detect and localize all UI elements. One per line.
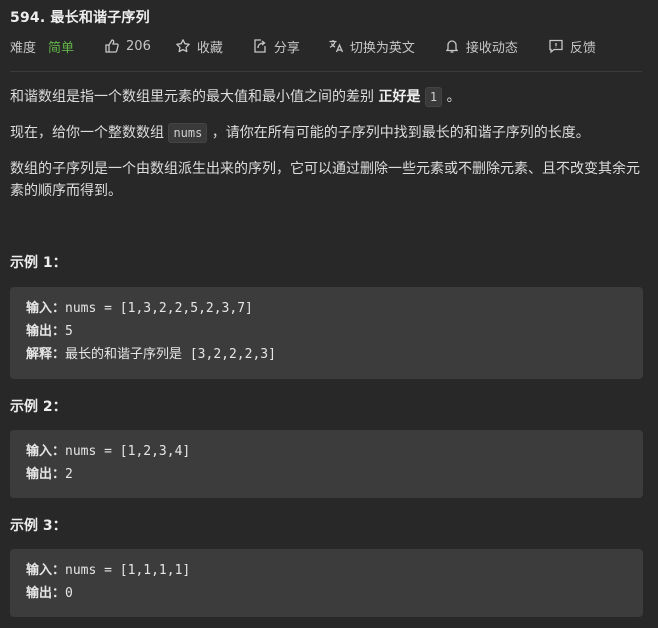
example-input: 输入：nums = [1,3,2,2,5,2,3,7] [26,297,627,320]
subscribe-label: 接收动态 [465,40,518,56]
difficulty-value: 简单 [48,40,75,56]
example-1-block: 输入：nums = [1,3,2,2,5,2,3,7] 输出：5 解释：最长的和… [10,287,643,379]
star-icon [176,39,190,53]
example-3-title: 示例 3： [10,518,67,534]
difficulty: 难度 简单 [10,37,74,56]
description-text: 现在，给你一个整数数组 [10,125,169,141]
inline-code: nums [168,123,208,143]
share-icon [254,39,266,53]
like-count: 206 [126,38,151,54]
example-2-block: 输入：nums = [1,2,3,4] 输出：2 [10,430,643,498]
output-key: 输出： [26,586,66,601]
problem-description: 和谐数组是指一个数组里元素的最大值和最小值之间的差别 正好是 1 。 现在，给你… [10,86,642,216]
example-2-title: 示例 2： [10,399,67,415]
description-paragraph-2: 现在，给你一个整数数组 nums ，请你在所有可能的子序列中找到最长的和谐子序列… [10,122,642,144]
feedback-icon [549,39,563,54]
share-label: 分享 [273,40,300,56]
example-input: 输入：nums = [1,2,3,4] [26,440,627,463]
description-paragraph-1: 和谐数组是指一个数组里元素的最大值和最小值之间的差别 正好是 1 。 [10,86,642,108]
example-1-title: 示例 1： [10,255,67,271]
input-value: nums = [1,2,3,4] [65,444,191,459]
example-explanation: 解释：最长的和谐子序列是 [3,2,2,2,3] [26,343,627,366]
share-button[interactable]: 分享 [252,37,300,56]
output-value: 0 [65,586,73,601]
favorite-button[interactable]: 收藏 [175,37,223,56]
emphasis-text: 正好是 [378,89,421,105]
example-output: 输出：0 [26,582,627,605]
example-3-block: 输入：nums = [1,1,1,1] 输出：0 [10,549,643,617]
description-paragraph-3: 数组的子序列是一个由数组派生出来的序列，它可以通过删除一些元素或不删除元素、且不… [10,161,640,199]
difficulty-label: 难度 [10,40,37,56]
input-key: 输入： [26,563,66,578]
problem-title: 594. 最长和谐子序列 [10,10,150,26]
output-value: 5 [65,324,73,339]
translate-label: 切换为英文 [349,40,415,56]
favorite-label: 收藏 [196,40,223,56]
explain-key: 解释： [26,347,66,362]
input-key: 输入： [26,444,66,459]
problem-toolbar: 难度 简单 206 收藏 分享 切换为英文 接收动态 反馈 [10,37,596,56]
feedback-button[interactable]: 反馈 [548,37,596,56]
bell-icon [445,40,459,53]
input-key: 输入： [26,301,66,316]
description-text: 。 [442,89,461,105]
thumbs-up-icon [105,39,119,53]
output-key: 输出： [26,324,66,339]
translate-button[interactable]: 切换为英文 [328,37,415,56]
feedback-label: 反馈 [569,40,596,56]
subscribe-button[interactable]: 接收动态 [444,37,518,56]
output-key: 输出： [26,467,66,482]
inline-code: 1 [424,87,443,107]
description-text: ，请你在所有可能的子序列中找到最长的和谐子序列的长度。 [207,125,590,141]
output-value: 2 [65,467,73,482]
example-input: 输入：nums = [1,1,1,1] [26,559,627,582]
example-output: 输出：5 [26,320,627,343]
input-value: nums = [1,3,2,2,5,2,3,7] [65,301,253,316]
input-value: nums = [1,1,1,1] [65,563,191,578]
like-button[interactable]: 206 [104,38,151,54]
example-output: 输出：2 [26,463,627,486]
description-text: 和谐数组是指一个数组里元素的最大值和最小值之间的差别 [10,89,379,105]
translate-icon [329,40,343,53]
explain-value: 最长的和谐子序列是 [3,2,2,2,3] [65,347,276,362]
divider [10,71,642,72]
